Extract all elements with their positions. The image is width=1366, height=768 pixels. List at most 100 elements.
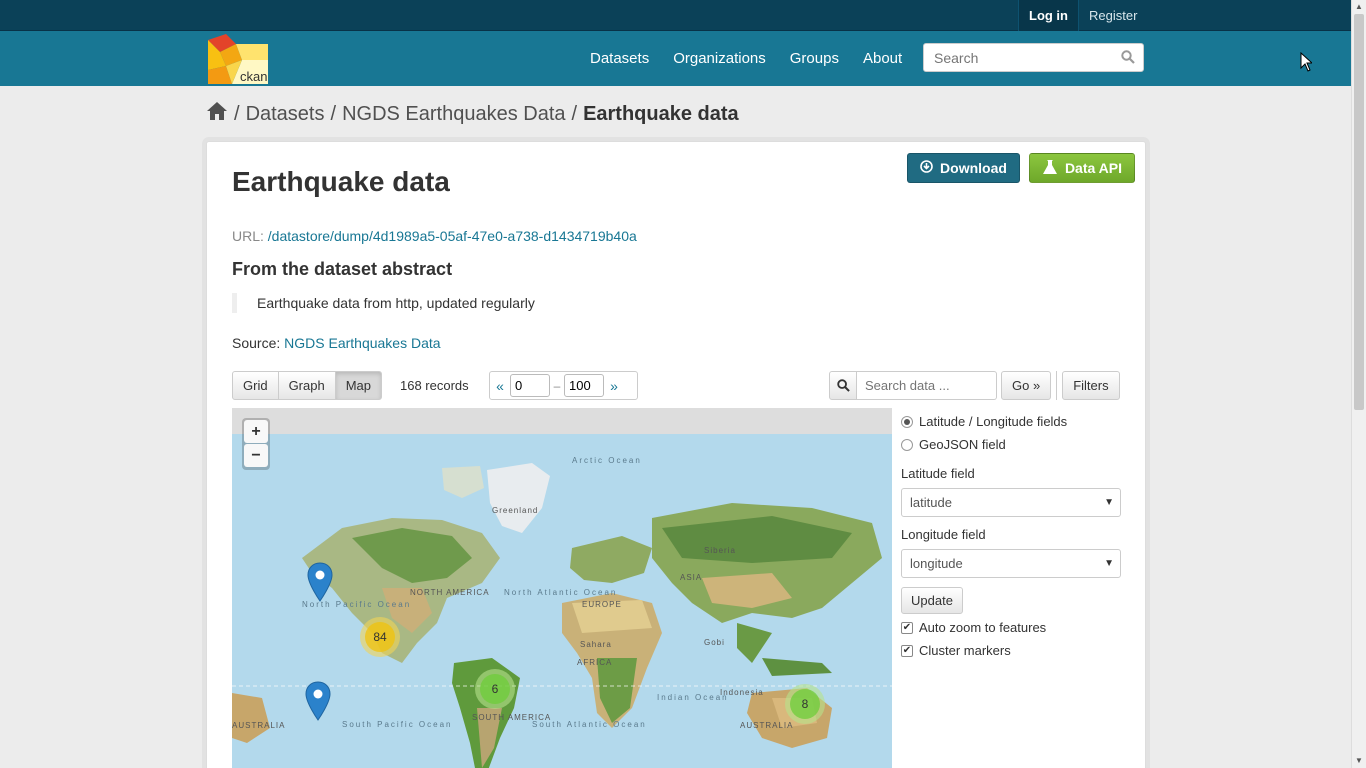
home-icon[interactable]: [206, 101, 228, 127]
geojson-option[interactable]: GeoJSON field: [901, 433, 1131, 456]
data-api-button[interactable]: Data API: [1028, 153, 1135, 183]
label-africa: AFRICA: [577, 658, 613, 667]
latitude-field-label: Latitude field: [901, 466, 975, 481]
account-links: Log in Register: [1018, 0, 1147, 31]
latitude-select-value: latitude: [910, 495, 952, 510]
data-search-icon[interactable]: [829, 371, 857, 400]
geojson-label: GeoJSON field: [919, 437, 1006, 452]
ckan-logo[interactable]: ckan: [206, 32, 270, 84]
update-button[interactable]: Update: [901, 587, 963, 614]
latitude-select[interactable]: latitude ▼: [901, 488, 1121, 517]
login-link[interactable]: Log in: [1018, 0, 1079, 31]
abstract-heading: From the dataset abstract: [232, 259, 453, 279]
resource-url: URL: /datastore/dump/4d1989a5-05af-47e0-…: [232, 228, 637, 244]
auto-zoom-option[interactable]: ✔ Auto zoom to features: [901, 616, 1131, 639]
label-australia: AUSTRALIA: [740, 721, 794, 730]
source-link[interactable]: NGDS Earthquakes Data: [284, 335, 440, 351]
scroll-thumb[interactable]: [1354, 14, 1364, 410]
action-buttons: Download Data API: [907, 153, 1135, 183]
breadcrumb-current[interactable]: Earthquake data: [583, 103, 739, 126]
scroll-up-icon[interactable]: ▲: [1355, 2, 1363, 11]
auto-zoom-checkbox[interactable]: ✔: [901, 621, 913, 634]
pager: « – »: [489, 371, 638, 400]
map-view[interactable]: Arctic Ocean Greenland Siberia ASIA NORT…: [232, 408, 892, 768]
register-link[interactable]: Register: [1079, 0, 1147, 31]
breadcrumb: / Datasets / NGDS Earthquakes Data / Ear…: [206, 100, 739, 128]
page-title: Earthquake data: [232, 166, 450, 197]
record-count: 168 records: [400, 378, 469, 393]
data-search-input[interactable]: [857, 371, 997, 400]
account-bar: Log in Register: [0, 0, 1351, 31]
map-marker-pin[interactable]: [305, 681, 331, 724]
zoom-control: + −: [242, 418, 270, 470]
latlon-label: Latitude / Longitude fields: [919, 414, 1068, 429]
map-cluster-count: 8: [790, 689, 820, 719]
label-north-america: NORTH AMERICA: [410, 588, 490, 597]
download-label: Download: [940, 160, 1007, 176]
view-grid-button[interactable]: Grid: [232, 371, 279, 400]
label-south-pacific: South Pacific Ocean: [342, 720, 453, 729]
label-gobi: Gobi: [704, 638, 725, 647]
map-cluster[interactable]: 8: [785, 684, 825, 724]
zoom-in-button[interactable]: +: [244, 420, 268, 443]
map-settings-form: Latitude / Longitude fields GeoJSON fiel…: [901, 410, 1131, 662]
filters-button[interactable]: Filters: [1062, 371, 1120, 400]
map-cluster[interactable]: 84: [360, 617, 400, 657]
zoom-out-button[interactable]: −: [244, 444, 268, 467]
download-button[interactable]: Download: [907, 153, 1020, 183]
pager-from-input[interactable]: [510, 374, 550, 397]
pager-dash: –: [553, 378, 561, 393]
breadcrumb-datasets[interactable]: Datasets: [246, 103, 325, 126]
url-link[interactable]: /datastore/dump/4d1989a5-05af-47e0-a738-…: [268, 228, 637, 244]
page-scrollbar[interactable]: ▲ ▼: [1351, 0, 1366, 768]
download-icon: [920, 160, 933, 176]
map-cluster-count: 6: [480, 674, 510, 704]
nav-groups[interactable]: Groups: [778, 31, 851, 86]
label-sahara: Sahara: [580, 640, 612, 649]
data-search: Go » Filters: [829, 371, 1120, 400]
source-label: Source:: [232, 335, 281, 351]
label-greenland: Greenland: [492, 506, 539, 515]
site-search-input[interactable]: [924, 44, 1114, 71]
latlon-option[interactable]: Latitude / Longitude fields: [901, 410, 1131, 433]
masthead: ckan Datasets Organizations Groups About: [0, 31, 1351, 86]
label-europe: EUROPE: [582, 600, 622, 609]
source-line: Source: NGDS Earthquakes Data: [232, 335, 441, 351]
pager-prev-button[interactable]: «: [490, 378, 510, 394]
chevron-down-icon: ▼: [1104, 558, 1114, 569]
geojson-radio[interactable]: [901, 438, 913, 451]
site-search: [923, 43, 1144, 72]
map-marker-pin[interactable]: [307, 562, 333, 605]
label-south-atlantic: South Atlantic Ocean: [532, 720, 647, 729]
nav-about[interactable]: About: [851, 31, 914, 86]
nav-datasets[interactable]: Datasets: [578, 31, 661, 86]
search-icon[interactable]: [1121, 50, 1135, 67]
latlon-radio[interactable]: [901, 415, 913, 428]
longitude-select[interactable]: longitude ▼: [901, 549, 1121, 578]
abstract-text: Earthquake data from http, updated regul…: [232, 293, 535, 313]
cluster-checkbox[interactable]: ✔: [901, 644, 913, 657]
breadcrumb-dataset[interactable]: NGDS Earthquakes Data: [342, 103, 565, 126]
view-map-button[interactable]: Map: [334, 371, 382, 400]
auto-zoom-label: Auto zoom to features: [919, 620, 1047, 635]
logo-text: ckan: [240, 69, 267, 84]
longitude-field-label: Longitude field: [901, 527, 986, 542]
label-arctic: Arctic Ocean: [572, 456, 642, 465]
go-button[interactable]: Go »: [1001, 371, 1052, 400]
scroll-down-icon[interactable]: ▼: [1355, 756, 1363, 765]
breadcrumb-separator: /: [330, 102, 337, 125]
pager-next-button[interactable]: »: [604, 378, 624, 394]
pager-to-input[interactable]: [564, 374, 604, 397]
cluster-option[interactable]: ✔ Cluster markers: [901, 639, 1131, 662]
data-api-label: Data API: [1064, 160, 1122, 176]
resource-panel: Earthquake data Download Data API URL: /…: [206, 141, 1146, 768]
breadcrumb-separator: /: [571, 102, 578, 125]
url-label: URL:: [232, 228, 264, 244]
label-north-atlantic: North Atlantic Ocean: [504, 588, 618, 597]
nav-organizations[interactable]: Organizations: [661, 31, 778, 86]
map-cluster-count: 84: [365, 622, 395, 652]
label-asia: ASIA: [680, 573, 703, 582]
view-graph-button[interactable]: Graph: [277, 371, 336, 400]
mouse-cursor-icon: [1300, 51, 1314, 75]
map-cluster[interactable]: 6: [475, 669, 515, 709]
